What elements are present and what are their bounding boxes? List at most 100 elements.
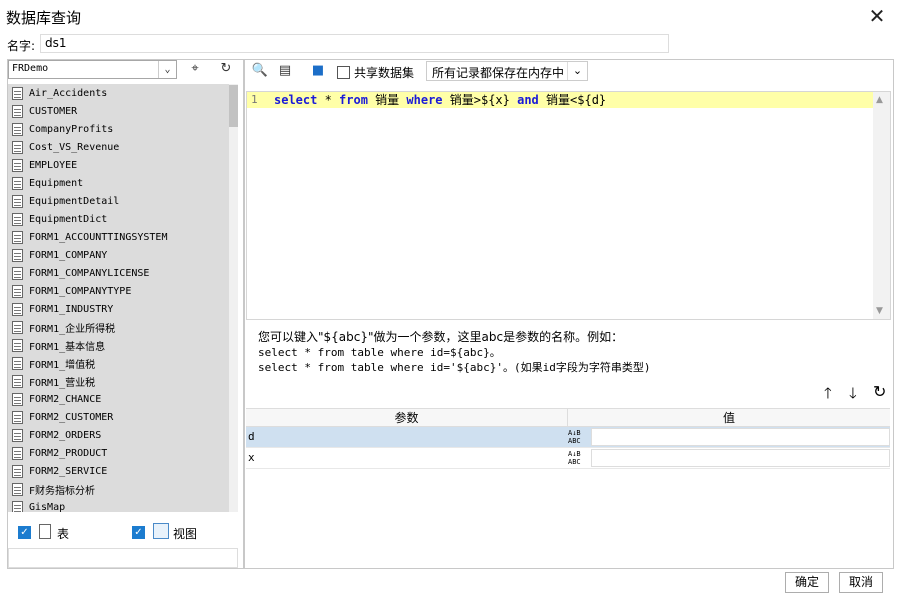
view-icon <box>153 523 169 539</box>
table-icon <box>12 320 23 334</box>
show-views-label: 视图 <box>173 527 198 541</box>
type-icon-bottom: ABC <box>568 437 581 445</box>
table-name: FORM2_CHANCE <box>29 393 102 405</box>
table-name: FORM2_ORDERS <box>29 429 102 441</box>
table-list-item[interactable]: Cost_VS_Revenue <box>8 138 230 156</box>
sql-keyword: and <box>517 93 539 107</box>
sql-text[interactable]: select * from 销量 where 销量>${x} and 销量<${… <box>274 92 606 108</box>
table-list-item[interactable]: FORM1_INDUSTRY <box>8 300 230 318</box>
column-header-name: 参数 <box>246 409 568 426</box>
sql-keyword: from <box>339 93 368 107</box>
table-list-item[interactable]: Equipment <box>8 174 230 192</box>
help-line-1: 您可以键入"${abc}"做为一个参数，这里abc是参数的名称。例如： <box>258 330 624 344</box>
parameter-table: 参数 值 d A↓B ABC x A↓B ABC <box>246 408 890 469</box>
table-name: FORM2_PRODUCT <box>29 447 108 459</box>
table-name: FORM1_ACCOUNTTINGSYSTEM <box>29 231 168 243</box>
line-number: 1 <box>251 93 258 106</box>
table-name: Cost_VS_Revenue <box>29 141 120 153</box>
table-icon <box>12 302 23 316</box>
refresh-icon[interactable]: ↻ <box>215 59 237 79</box>
table-icon <box>12 158 23 172</box>
table-icon <box>12 194 23 208</box>
table-list-item[interactable]: FORM1_增值税 <box>8 354 230 372</box>
parameter-value-input[interactable] <box>591 449 890 467</box>
scroll-down-icon[interactable]: ▼ <box>876 306 883 316</box>
table-list-item[interactable]: FORM1_COMPANY <box>8 246 230 264</box>
edit-datasource-icon[interactable]: ⌖ <box>184 59 206 79</box>
ok-button[interactable]: 确定 <box>785 572 829 593</box>
sql-editor[interactable] <box>246 91 891 320</box>
show-views-checkbox[interactable]: ✓ <box>132 526 145 539</box>
storage-mode-select[interactable]: 所有记录都保存在内存中 ⌄ <box>426 61 588 81</box>
table-name: CompanyProfits <box>29 123 114 135</box>
table-name: EquipmentDict <box>29 213 108 225</box>
scroll-up-icon[interactable]: ▲ <box>876 95 883 105</box>
datasource-select[interactable]: FRDemo ⌄ <box>8 60 177 79</box>
table-icon <box>12 284 23 298</box>
table-list-item[interactable]: FORM2_PRODUCT <box>8 444 230 462</box>
table-list-item[interactable]: GisMap <box>8 498 230 512</box>
name-input[interactable]: ds1 <box>40 34 669 53</box>
table-list-item[interactable]: FORM2_CHANCE <box>8 390 230 408</box>
table-list-item[interactable]: FORM1_COMPANYTYPE <box>8 282 230 300</box>
table-list-item[interactable]: EMPLOYEE <box>8 156 230 174</box>
parameter-row[interactable]: x A↓B ABC <box>246 448 890 469</box>
parameter-table-header: 参数 值 <box>246 408 890 427</box>
table-icon <box>12 140 23 154</box>
table-list-scrollbar[interactable] <box>229 84 238 512</box>
table-list-item[interactable]: FORM2_CUSTOMER <box>8 408 230 426</box>
table-list-item[interactable]: Air_Accidents <box>8 84 230 102</box>
parameter-name[interactable]: x <box>246 448 568 468</box>
table-list-item[interactable]: FORM1_基本信息 <box>8 336 230 354</box>
table-list-item[interactable]: FORM1_企业所得税 <box>8 318 230 336</box>
share-dataset-label: 共享数据集 <box>354 66 415 80</box>
table-list-item[interactable]: F财务指标分析 <box>8 480 230 498</box>
scrollbar-thumb[interactable] <box>229 85 238 127</box>
table-name: CUSTOMER <box>29 105 78 117</box>
table-list-item[interactable]: CompanyProfits <box>8 120 230 138</box>
chevron-down-icon: ⌄ <box>158 61 176 78</box>
cancel-button[interactable]: 取消 <box>839 572 883 593</box>
table-icon <box>12 248 23 262</box>
parameter-type-icon[interactable]: A↓B ABC <box>568 427 591 447</box>
table-list-item[interactable]: FORM2_SERVICE <box>8 462 230 480</box>
table-icon <box>12 356 23 370</box>
datasource-value: FRDemo <box>12 63 49 74</box>
table-list-item[interactable]: FORM2_ORDERS <box>8 426 230 444</box>
table-icon <box>12 122 23 136</box>
move-down-icon[interactable]: 🡓 <box>849 383 857 408</box>
table-list-item[interactable]: CUSTOMER <box>8 102 230 120</box>
table-search-input[interactable] <box>8 548 238 568</box>
table-list-item[interactable]: FORM1_营业税 <box>8 372 230 390</box>
close-icon[interactable]: ✕ <box>864 4 890 28</box>
table-name: FORM1_增值税 <box>29 359 96 371</box>
save-icon[interactable]: ▤ <box>274 61 296 81</box>
table-icon <box>12 500 23 512</box>
show-tables-checkbox[interactable]: ✓ <box>18 526 31 539</box>
parameter-value-input[interactable] <box>591 428 890 446</box>
move-up-icon[interactable]: 🡑 <box>824 383 832 408</box>
parameter-type-icon[interactable]: A↓B ABC <box>568 448 591 468</box>
parameter-name[interactable]: d <box>246 427 568 447</box>
table-name: FORM2_CUSTOMER <box>29 411 114 423</box>
preview-icon[interactable]: 🔍 <box>249 61 271 81</box>
table-list-item[interactable]: EquipmentDict <box>8 210 230 228</box>
table-name: F财务指标分析 <box>29 485 96 497</box>
share-dataset-checkbox[interactable] <box>337 66 350 79</box>
table-icon <box>12 374 23 388</box>
table-list-item[interactable]: EquipmentDetail <box>8 192 230 210</box>
connect-icon[interactable]: ■ <box>307 61 329 81</box>
table-icon <box>12 446 23 460</box>
table-icon <box>12 104 23 118</box>
type-icon-top: A↓B <box>568 450 581 458</box>
editor-scrollbar[interactable] <box>873 92 890 319</box>
parameter-row[interactable]: d A↓B ABC <box>246 427 890 448</box>
window-title: 数据库查询 <box>6 9 82 27</box>
table-name: EMPLOYEE <box>29 159 78 171</box>
table-icon <box>12 266 23 280</box>
table-list-item[interactable]: FORM1_ACCOUNTTINGSYSTEM <box>8 228 230 246</box>
refresh-params-icon[interactable]: ↻ <box>873 382 886 401</box>
type-icon-bottom: ABC <box>568 458 581 466</box>
table-list-item[interactable]: FORM1_COMPANYLICENSE <box>8 264 230 282</box>
sql-token: * <box>317 93 340 107</box>
